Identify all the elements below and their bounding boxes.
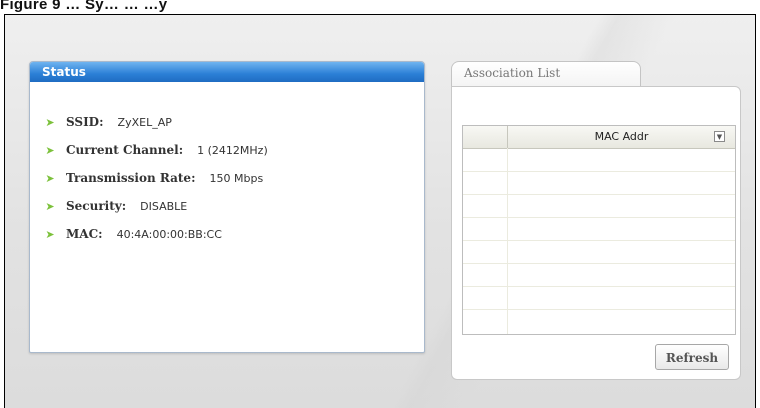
ssid-label: SSID:: [66, 115, 104, 129]
rate-value: 150 Mbps: [209, 171, 264, 185]
chevron-right-icon: ➤: [45, 143, 55, 157]
figure-caption: Figure 9 … Sy… … …y: [0, 0, 168, 13]
screen-frame: Status ➤ SSID: ZyXEL_AP ➤ Current Channe…: [4, 14, 756, 408]
mac-value: 40:4A:00:00:BB:CC: [116, 227, 222, 241]
channel-label: Current Channel:: [66, 143, 184, 157]
chevron-right-icon: ➤: [45, 171, 55, 185]
association-panel: MAC Addr ▼ Refresh: [451, 86, 741, 380]
table-header: MAC Addr ▼: [463, 126, 735, 149]
chevron-right-icon: ➤: [45, 227, 55, 241]
status-row-security: ➤ Security: DISABLE: [44, 192, 268, 220]
table-row: [463, 240, 735, 241]
table-row: [463, 217, 735, 218]
refresh-button[interactable]: Refresh: [655, 344, 729, 370]
chevron-right-icon: ➤: [45, 199, 55, 213]
chevron-right-icon: ➤: [45, 115, 55, 129]
ssid-value: ZyXEL_AP: [117, 115, 172, 129]
security-value: DISABLE: [140, 199, 188, 213]
column-divider: [507, 148, 508, 334]
channel-value: 1 (2412MHz): [197, 143, 268, 157]
status-row-ssid: ➤ SSID: ZyXEL_AP: [44, 108, 268, 136]
rate-label: Transmission Rate:: [66, 171, 196, 185]
table-row: [463, 286, 735, 287]
table-row: [463, 171, 735, 172]
tab-association-list[interactable]: Association List: [451, 61, 641, 88]
mac-addr-header-label: MAC Addr: [594, 130, 649, 143]
status-panel: Status ➤ SSID: ZyXEL_AP ➤ Current Channe…: [29, 61, 425, 353]
security-label: Security:: [66, 199, 127, 213]
status-title: Status: [42, 65, 86, 79]
table-row: [463, 309, 735, 310]
mac-addr-column-header[interactable]: MAC Addr: [508, 126, 735, 148]
index-column-header: [463, 126, 508, 148]
association-table: MAC Addr ▼: [462, 125, 736, 335]
table-row: [463, 263, 735, 264]
chevron-down-icon[interactable]: ▼: [714, 131, 725, 142]
mac-label: MAC:: [66, 227, 103, 241]
association-tab-label: Association List: [464, 66, 561, 80]
status-header: Status: [30, 62, 424, 82]
table-row: [463, 194, 735, 195]
status-row-mac: ➤ MAC: 40:4A:00:00:BB:CC: [44, 220, 268, 248]
status-list: ➤ SSID: ZyXEL_AP ➤ Current Channel: 1 (2…: [44, 108, 268, 248]
status-row-channel: ➤ Current Channel: 1 (2412MHz): [44, 136, 268, 164]
status-row-rate: ➤ Transmission Rate: 150 Mbps: [44, 164, 268, 192]
